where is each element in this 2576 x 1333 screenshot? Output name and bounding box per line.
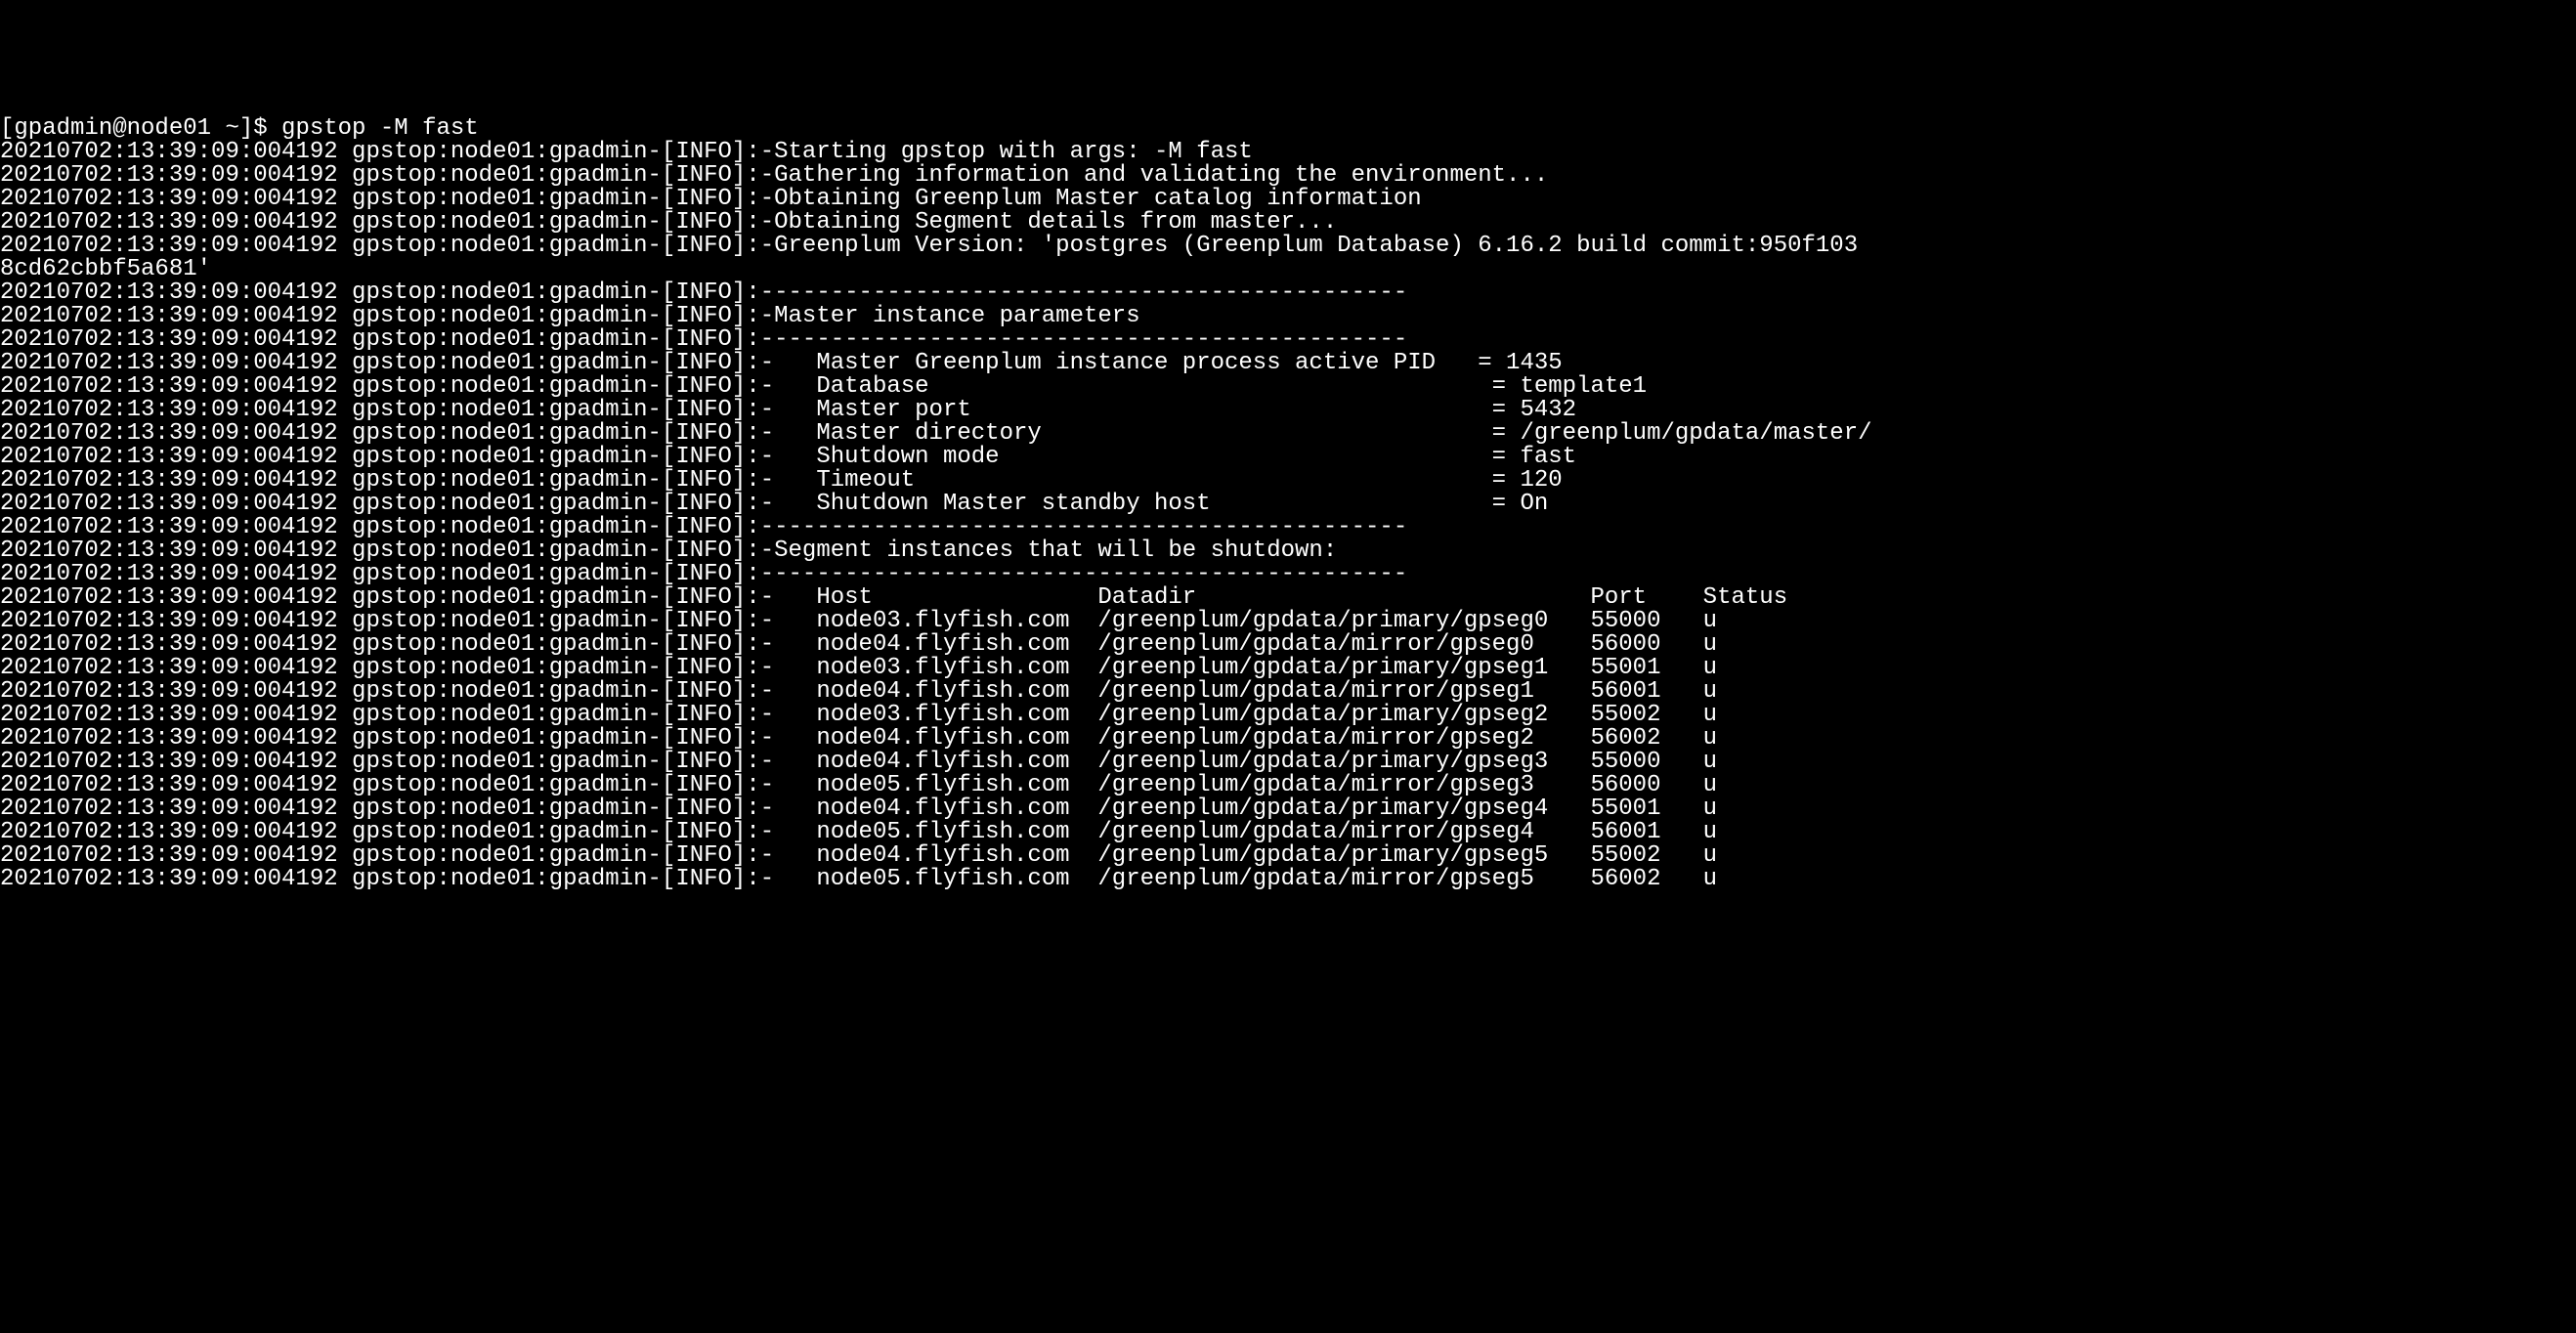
- terminal-line: 20210702:13:39:09:004192 gpstop:node01:g…: [0, 281, 2576, 305]
- segment-row: 20210702:13:39:09:004192 gpstop:node01:g…: [0, 751, 2576, 774]
- param-line: 20210702:13:39:09:004192 gpstop:node01:g…: [0, 422, 2576, 446]
- segment-row: 20210702:13:39:09:004192 gpstop:node01:g…: [0, 797, 2576, 821]
- segment-row: 20210702:13:39:09:004192 gpstop:node01:g…: [0, 610, 2576, 633]
- segment-header: 20210702:13:39:09:004192 gpstop:node01:g…: [0, 586, 2576, 610]
- terminal-line: 20210702:13:39:09:004192 gpstop:node01:g…: [0, 328, 2576, 352]
- segment-row: 20210702:13:39:09:004192 gpstop:node01:g…: [0, 821, 2576, 844]
- terminal-line: 20210702:13:39:09:004192 gpstop:node01:g…: [0, 188, 2576, 211]
- param-line: 20210702:13:39:09:004192 gpstop:node01:g…: [0, 399, 2576, 422]
- segment-row: 20210702:13:39:09:004192 gpstop:node01:g…: [0, 704, 2576, 727]
- param-line: 20210702:13:39:09:004192 gpstop:node01:g…: [0, 493, 2576, 516]
- terminal-line: 20210702:13:39:09:004192 gpstop:node01:g…: [0, 235, 2576, 258]
- terminal-line: 20210702:13:39:09:004192 gpstop:node01:g…: [0, 164, 2576, 188]
- terminal-line: 8cd62cbbf5a681': [0, 258, 2576, 281]
- terminal-output[interactable]: [gpadmin@node01 ~]$ gpstop -M fast 202107…: [0, 117, 2576, 891]
- segment-row: 20210702:13:39:09:004192 gpstop:node01:g…: [0, 844, 2576, 868]
- segment-row: 20210702:13:39:09:004192 gpstop:node01:g…: [0, 774, 2576, 797]
- terminal-line: 20210702:13:39:09:004192 gpstop:node01:g…: [0, 305, 2576, 328]
- terminal-line: 20210702:13:39:09:004192 gpstop:node01:g…: [0, 516, 2576, 539]
- param-line: 20210702:13:39:09:004192 gpstop:node01:g…: [0, 446, 2576, 469]
- segment-row: 20210702:13:39:09:004192 gpstop:node01:g…: [0, 680, 2576, 704]
- terminal-line: 20210702:13:39:09:004192 gpstop:node01:g…: [0, 539, 2576, 563]
- segment-row: 20210702:13:39:09:004192 gpstop:node01:g…: [0, 727, 2576, 751]
- param-line: 20210702:13:39:09:004192 gpstop:node01:g…: [0, 469, 2576, 493]
- terminal-line: 20210702:13:39:09:004192 gpstop:node01:g…: [0, 211, 2576, 235]
- segment-row: 20210702:13:39:09:004192 gpstop:node01:g…: [0, 633, 2576, 657]
- terminal-line: 20210702:13:39:09:004192 gpstop:node01:g…: [0, 563, 2576, 586]
- segment-row: 20210702:13:39:09:004192 gpstop:node01:g…: [0, 657, 2576, 680]
- param-line: 20210702:13:39:09:004192 gpstop:node01:g…: [0, 375, 2576, 399]
- terminal-line: 20210702:13:39:09:004192 gpstop:node01:g…: [0, 141, 2576, 164]
- command-line: [gpadmin@node01 ~]$ gpstop -M fast: [0, 117, 2576, 141]
- segment-row: 20210702:13:39:09:004192 gpstop:node01:g…: [0, 868, 2576, 891]
- param-line: 20210702:13:39:09:004192 gpstop:node01:g…: [0, 352, 2576, 375]
